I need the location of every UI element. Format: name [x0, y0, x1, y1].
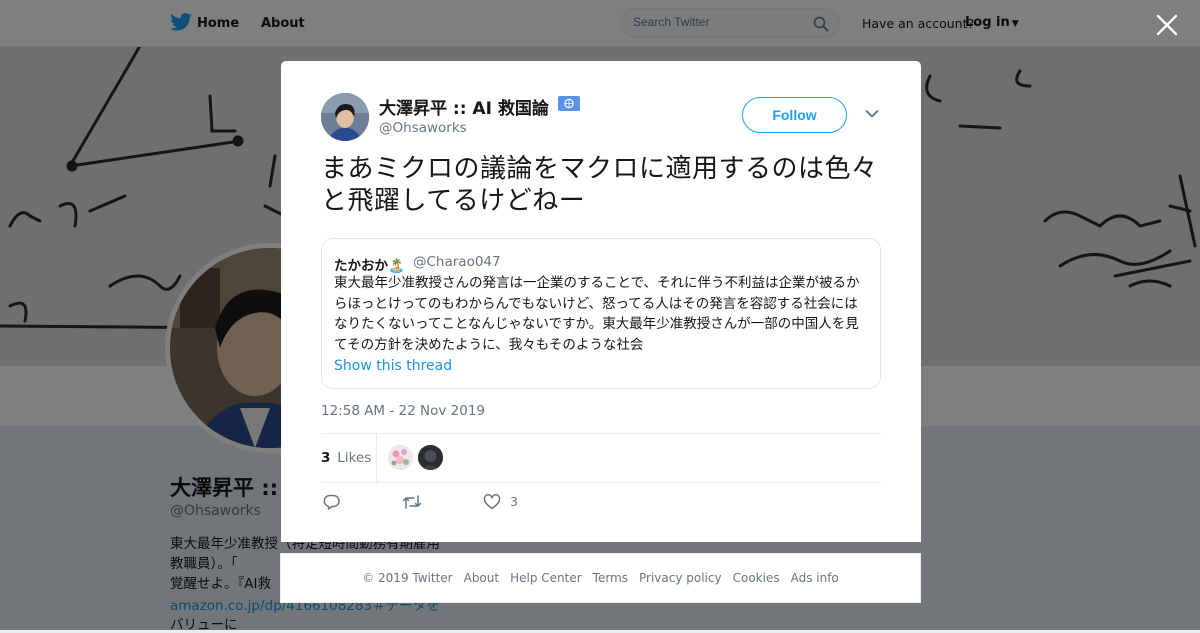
quoted-tweet-text: 東大最年少准教授さんの発言は一企業のすることで、それに伴う不利益は企業が被るから…: [334, 275, 860, 353]
footer-copyright: © 2019 Twitter: [362, 571, 453, 585]
footer: © 2019 Twitter About Help Center Terms P…: [280, 553, 921, 603]
quoted-author-name: たかおか🏝️: [334, 258, 405, 274]
show-thread-link[interactable]: Show this thread: [334, 358, 452, 374]
tweet-stats: 3 Likes: [321, 433, 881, 483]
footer-link-terms[interactable]: Terms: [593, 571, 628, 585]
likes-label[interactable]: Likes: [333, 450, 371, 466]
likes-label-text[interactable]: Likes: [337, 450, 371, 466]
likes-count[interactable]: 3: [321, 450, 330, 466]
author-name[interactable]: 大澤昇平 :: AI 救国論: [379, 94, 549, 119]
footer-link-privacy-policy[interactable]: Privacy policy: [639, 571, 722, 585]
tweet-timestamp[interactable]: 12:58 AM - 22 Nov 2019: [321, 403, 485, 419]
quoted-author-handle: @Charao047: [413, 254, 501, 270]
footer-link-about[interactable]: About: [464, 571, 499, 585]
chevron-down-icon[interactable]: [865, 109, 879, 119]
liker-avatar[interactable]: [388, 445, 413, 470]
quoted-tweet[interactable]: たかおか🏝️ @Charao047 東大最年少准教授さんの発言は一企業のすること…: [321, 238, 881, 389]
tweet-modal: 大澤昇平 :: AI 救国論 @Ohsaworks Follow まあミクロの議…: [281, 61, 921, 542]
follow-button[interactable]: Follow: [742, 97, 847, 133]
tweet-text: まあミクロの議論をマクロに適用するのは色々と飛躍してるけどねー: [321, 154, 878, 216]
un-flag-icon: [558, 96, 580, 111]
footer-link-ads-info[interactable]: Ads info: [791, 571, 839, 585]
reply-icon[interactable]: [323, 493, 341, 511]
footer-link-help-center[interactable]: Help Center: [510, 571, 582, 585]
stats-divider: [376, 434, 377, 482]
footer-link-cookies[interactable]: Cookies: [733, 571, 780, 585]
close-icon[interactable]: [1155, 13, 1179, 37]
retweet-icon[interactable]: [402, 493, 422, 511]
author-avatar[interactable]: [321, 93, 369, 141]
author-handle[interactable]: @Ohsaworks: [379, 120, 467, 136]
heart-icon[interactable]: [483, 493, 501, 511]
liker-avatar[interactable]: [418, 445, 443, 470]
like-action-count[interactable]: 3: [510, 494, 518, 509]
